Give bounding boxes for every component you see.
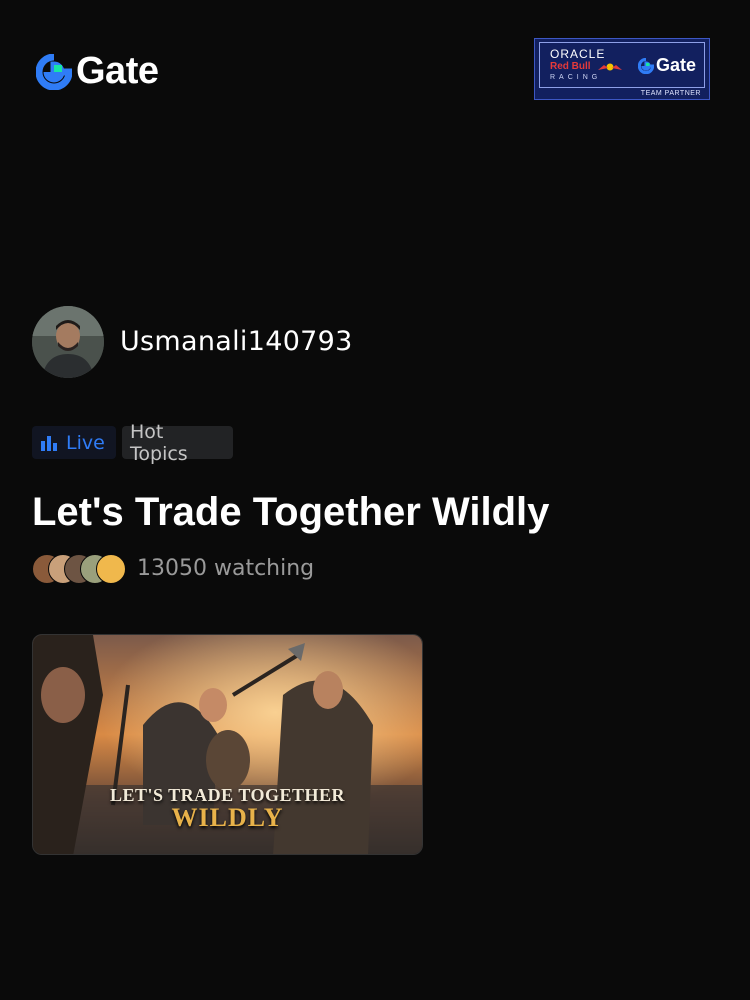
stream-title: Let's Trade Together Wildly bbox=[32, 490, 550, 534]
team-partner-badge: ORACLE Red Bull RACING Gate TEAM PARTNER bbox=[534, 38, 710, 100]
partner-gate-logo: Gate bbox=[638, 55, 696, 76]
thumbnail-caption-line2: WILDLY bbox=[171, 803, 284, 832]
redbull-bulls-icon bbox=[598, 63, 622, 71]
gate-small-icon bbox=[638, 57, 654, 74]
live-bars-icon bbox=[41, 435, 57, 451]
brand-name: Gate bbox=[76, 50, 159, 92]
user-avatar-icon bbox=[32, 306, 104, 378]
host-avatar[interactable] bbox=[32, 306, 104, 378]
gate-logo[interactable]: Gate bbox=[36, 50, 159, 93]
partner-gate-text: Gate bbox=[656, 55, 697, 75]
partner-oracle-text: ORACLE bbox=[550, 47, 606, 61]
partner-redbull-text: Red Bull bbox=[550, 61, 591, 72]
host-username[interactable]: Usmanali140793 bbox=[120, 326, 353, 357]
gate-logo-icon bbox=[36, 53, 72, 90]
team-partner-caption: TEAM PARTNER bbox=[640, 90, 701, 97]
viewer-avatar bbox=[96, 554, 126, 584]
live-label: Live bbox=[66, 431, 105, 454]
watching-count: 13050 watching bbox=[137, 556, 315, 581]
stream-thumbnail[interactable]: LET'S TRADE TOGETHER WILDLY bbox=[32, 634, 423, 855]
viewer-avatars bbox=[32, 554, 132, 586]
hot-topics-tag[interactable]: Hot Topics bbox=[122, 421, 233, 465]
hot-topics-label: Hot Topics bbox=[130, 420, 188, 465]
live-tag: Live bbox=[32, 426, 116, 459]
partner-badge-frame: ORACLE Red Bull RACING Gate bbox=[539, 42, 705, 88]
partner-racing-text: RACING bbox=[550, 74, 602, 81]
